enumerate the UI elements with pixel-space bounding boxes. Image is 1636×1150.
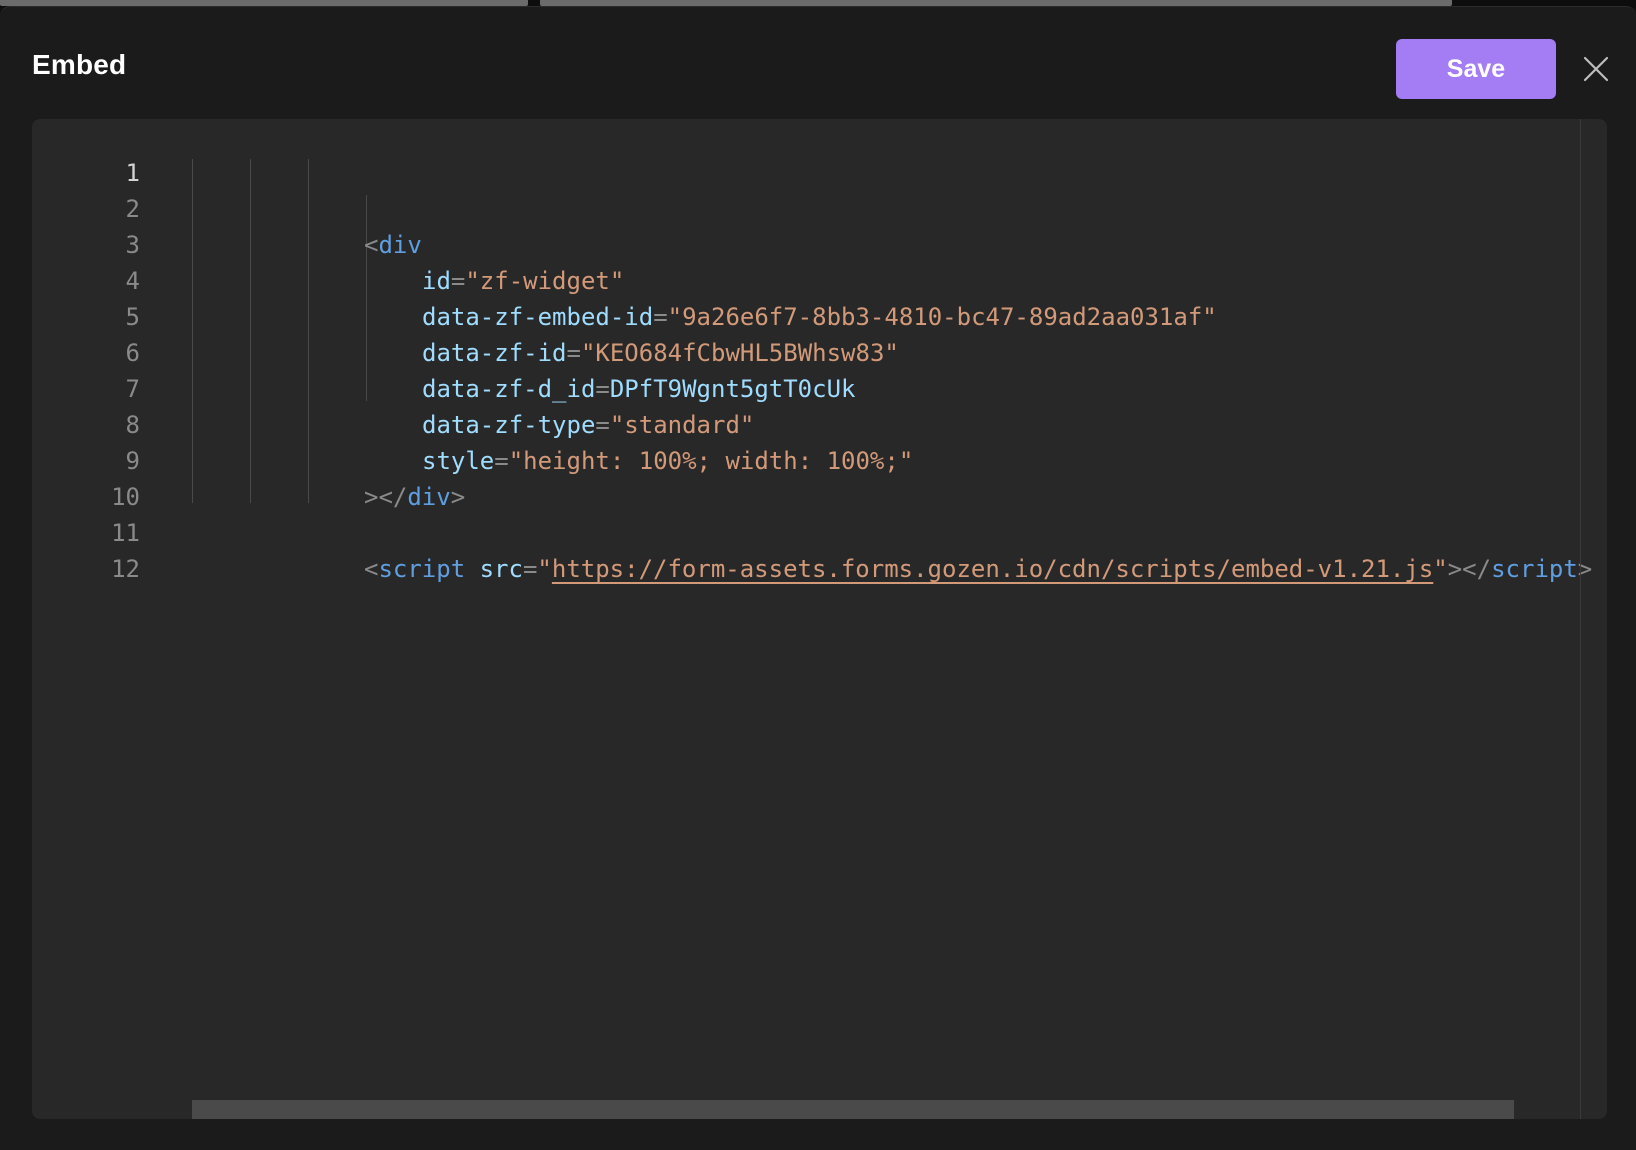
quote: " [1433,555,1448,583]
attribute-name: src [479,555,523,583]
code-line-8: 8 style="height: 100%; width: 100%;" [32,371,1580,475]
code-line-6: 6 data-zf-d_id=DPfT9Wgnt5gtT0cUk [32,299,1580,403]
save-button[interactable]: Save [1396,39,1556,99]
code-line-5: 5 data-zf-id="KEO684fCbwHL5BWhsw83" [32,263,1580,367]
code-text: <script src="https://form-assets.forms.g… [364,551,1592,587]
code-line-11: 11 <script src="https://form-assets.form… [32,479,1592,583]
code-line-2: 2 <div [32,155,1580,259]
code-editor[interactable]: 1 2 <div 3 id="zf-widget" 4 data-zf-embe… [32,119,1607,1119]
code-line-4: 4 data-zf-embed-id="9a26e6f7-8bb3-4810-b… [32,227,1580,331]
tag-name: script [378,555,466,583]
tag-bracket: < [364,555,379,583]
tag-bracket: ></ [1447,555,1492,583]
close-icon [1583,56,1609,82]
code-line-9: 9 ></div> [32,407,1580,511]
code-line-3: 3 id="zf-widget" [32,191,1580,295]
line-number: 12 [111,555,140,583]
close-button[interactable] [1574,47,1618,91]
horizontal-scrollbar[interactable] [192,1100,1514,1119]
code-line-12: 12 [32,515,1580,583]
editor-vertical-ruler [1580,119,1581,1119]
tag-name: script [1491,555,1578,583]
quote: " [537,555,552,583]
code-line-7: 7 data-zf-type="standard" [32,335,1580,439]
equals-sign: = [522,555,538,583]
code-line-1: 1 [32,119,1580,187]
embed-dialog: Embed Save 1 2 <div 3 id="zf-widget" 4 d… [0,6,1636,1150]
dialog-title: Embed [32,49,127,80]
script-url-link[interactable]: https://form-assets.forms.gozen.io/cdn/s… [552,555,1433,583]
code-line-10: 10 [32,443,1580,511]
